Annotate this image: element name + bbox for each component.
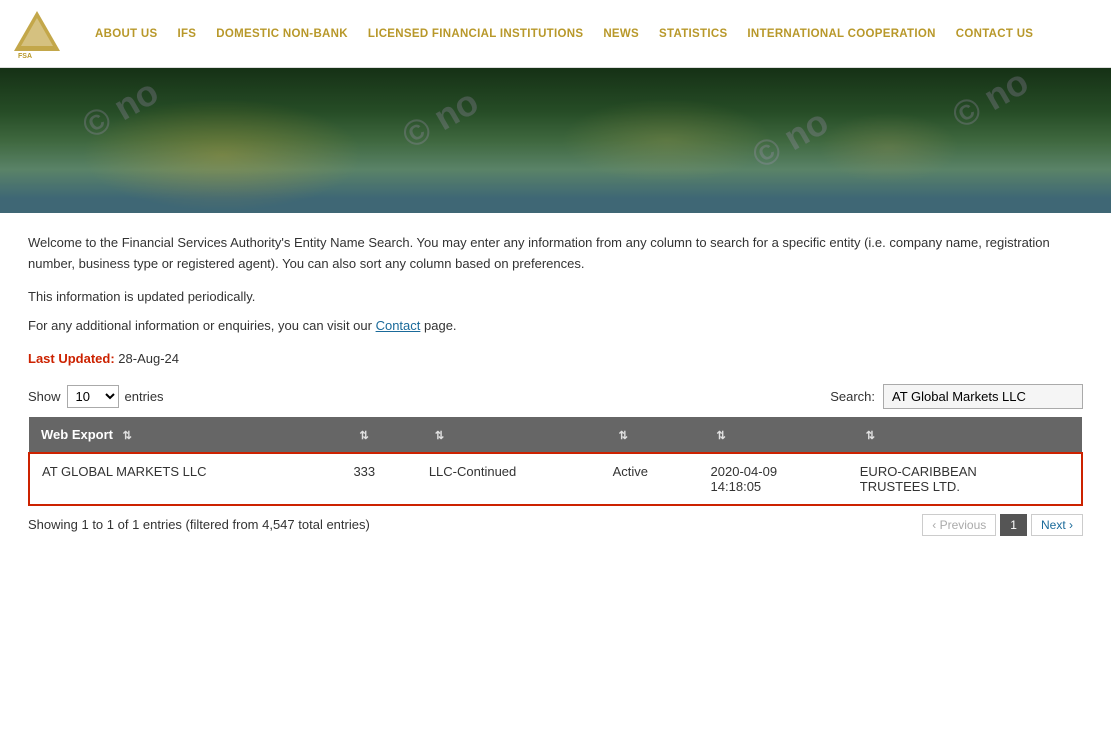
nav-domestic-non-bank[interactable]: DOMESTIC NON-BANK — [206, 28, 358, 40]
contact-link[interactable]: Contact — [376, 318, 421, 333]
nav-links: ABOUT US IFS DOMESTIC NON-BANK LICENSED … — [85, 28, 1101, 40]
table-controls: Show 10 25 50 100 entries Search: — [28, 384, 1083, 409]
col-4[interactable]: ⇅ — [601, 417, 699, 453]
previous-button[interactable]: ‹ Previous — [922, 514, 996, 536]
col-5[interactable]: ⇅ — [699, 417, 848, 453]
last-updated: Last Updated: 28-Aug-24 — [28, 351, 1083, 366]
show-label: Show — [28, 389, 61, 404]
nav-intl-coop[interactable]: INTERNATIONAL COOPERATION — [737, 28, 945, 40]
nav-licensed-fi[interactable]: LICENSED FINANCIAL INSTITUTIONS — [358, 28, 593, 40]
cell-name: AT GLOBAL MARKETS LLC — [29, 453, 341, 505]
nav-statistics[interactable]: STATISTICS — [649, 28, 737, 40]
last-updated-value: 28-Aug-24 — [115, 351, 179, 366]
nav-ifs[interactable]: IFS — [167, 28, 206, 40]
sort-icon-1: ⇅ — [123, 430, 132, 442]
contact-text-after: page. — [420, 318, 456, 333]
cell-reg-num: 333 — [341, 453, 416, 505]
updated-notice: This information is updated periodically… — [28, 289, 1083, 304]
col-web-export[interactable]: Web Export ⇅ — [29, 417, 341, 453]
nav-about-us[interactable]: ABOUT US — [85, 28, 167, 40]
sort-icon-4: ⇅ — [619, 430, 628, 442]
sort-icon-5: ⇅ — [717, 430, 726, 442]
search-input[interactable] — [883, 384, 1083, 409]
cell-date: 2020-04-09 14:18:05 — [699, 453, 848, 505]
main-content: Welcome to the Financial Services Author… — [0, 213, 1111, 556]
hero-image: © no © no © no © no — [0, 68, 1111, 213]
entries-select[interactable]: 10 25 50 100 — [67, 385, 119, 408]
logo[interactable]: FSA — [10, 6, 70, 61]
cell-agent: EURO-CARIBBEAN TRUSTEES LTD. — [848, 453, 1082, 505]
show-entries: Show 10 25 50 100 entries — [28, 385, 164, 408]
cell-type: LLC-Continued — [417, 453, 601, 505]
data-table: Web Export ⇅ ⇅ ⇅ ⇅ ⇅ ⇅ — [28, 417, 1083, 506]
table-row: AT GLOBAL MARKETS LLC 333 LLC-Continued … — [29, 453, 1082, 505]
table-header-row: Web Export ⇅ ⇅ ⇅ ⇅ ⇅ ⇅ — [29, 417, 1082, 453]
search-label: Search: — [830, 389, 875, 404]
col-6[interactable]: ⇅ — [848, 417, 1082, 453]
intro-paragraph: Welcome to the Financial Services Author… — [28, 233, 1083, 275]
nav-news[interactable]: NEWS — [593, 28, 649, 40]
last-updated-label: Last Updated: — [28, 351, 115, 366]
navigation: FSA ABOUT US IFS DOMESTIC NON-BANK LICEN… — [0, 0, 1111, 68]
entries-label: entries — [125, 389, 164, 404]
contact-text-before: For any additional information or enquir… — [28, 318, 376, 333]
sort-icon-2: ⇅ — [359, 430, 368, 442]
pagination: ‹ Previous 1 Next › — [922, 514, 1083, 536]
page-1-button[interactable]: 1 — [1000, 514, 1027, 536]
showing-entries: Showing 1 to 1 of 1 entries (filtered fr… — [28, 517, 370, 532]
col-2[interactable]: ⇅ — [341, 417, 416, 453]
search-box: Search: — [830, 384, 1083, 409]
table-footer: Showing 1 to 1 of 1 entries (filtered fr… — [28, 514, 1083, 536]
next-button[interactable]: Next › — [1031, 514, 1083, 536]
cell-status: Active — [601, 453, 699, 505]
col-3[interactable]: ⇅ — [417, 417, 601, 453]
sort-icon-3: ⇅ — [435, 430, 444, 442]
sort-icon-6: ⇅ — [866, 430, 875, 442]
contact-paragraph: For any additional information or enquir… — [28, 318, 1083, 333]
svg-text:FSA: FSA — [18, 53, 32, 60]
nav-contact-us[interactable]: CONTACT US — [946, 28, 1044, 40]
